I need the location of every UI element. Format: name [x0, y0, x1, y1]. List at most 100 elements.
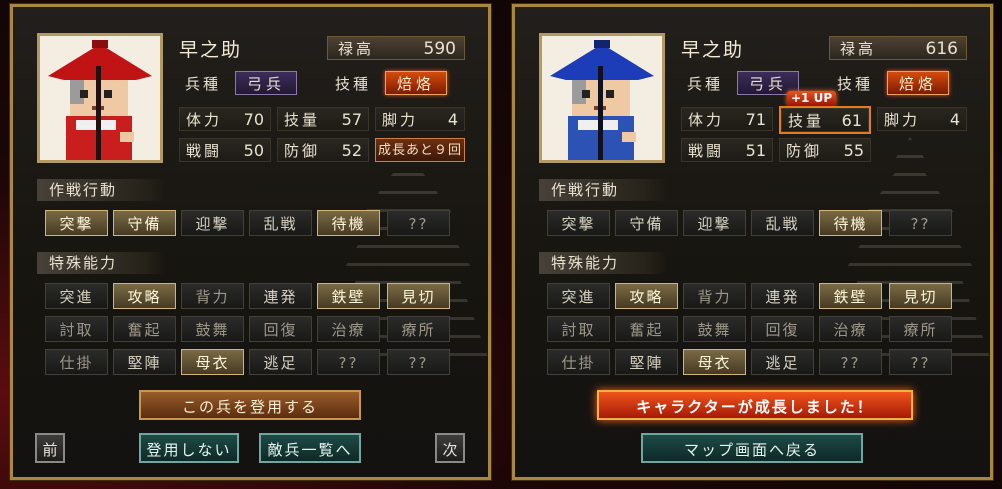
growth-remaining: 成長あと９回 [375, 138, 465, 162]
ability-button[interactable]: 仕掛 [547, 349, 610, 375]
stat-value: 55 [843, 141, 864, 160]
decline-button[interactable]: 登用しない [139, 433, 239, 463]
ability-button[interactable]: 逃足 [249, 349, 312, 375]
action-button[interactable]: 突撃 [547, 210, 610, 236]
archer-portrait-icon [542, 36, 662, 160]
ability-button[interactable]: 見切 [387, 283, 450, 309]
action-button[interactable]: 迎撃 [683, 210, 746, 236]
ability-button[interactable]: 母衣 [683, 349, 746, 375]
stat-skill: 技量 61 [779, 106, 871, 134]
action-button[interactable]: 乱戦 [751, 210, 814, 236]
unit-type-label: 兵種 [687, 75, 724, 93]
ability-button[interactable]: 見切 [889, 283, 952, 309]
stat-defense: 防御 52 [277, 138, 369, 162]
rokudaka-label: 禄高 [840, 40, 877, 58]
ability-button[interactable]: 鼓舞 [181, 316, 244, 342]
action-button[interactable]: 迎撃 [181, 210, 244, 236]
ability-button[interactable]: 奮起 [615, 316, 678, 342]
ability-button[interactable]: 突進 [547, 283, 610, 309]
ability-button[interactable]: 突進 [45, 283, 108, 309]
action-button[interactable]: ?? [889, 210, 952, 236]
action-button[interactable]: 乱戦 [249, 210, 312, 236]
stat-label: 防御 [284, 142, 321, 160]
stat-value: 71 [745, 110, 766, 129]
stat-label: 体力 [186, 111, 223, 129]
ability-button[interactable]: 堅陣 [615, 349, 678, 375]
stat-label: 戦闘 [186, 142, 223, 160]
ability-button[interactable]: 逃足 [751, 349, 814, 375]
ability-button[interactable]: 鼓舞 [683, 316, 746, 342]
stat-value: 70 [243, 110, 264, 129]
stat-value: 61 [841, 111, 862, 130]
stat-defense: 防御 55 [779, 138, 871, 162]
stat-speed: 脚力 4 [877, 107, 967, 131]
ability-button[interactable]: 回復 [249, 316, 312, 342]
ability-button[interactable]: 攻略 [615, 283, 678, 309]
stat-speed: 脚力 4 [375, 107, 465, 131]
unit-name: 早之助 [179, 39, 243, 61]
action-button[interactable]: 守備 [113, 210, 176, 236]
skill-type-value: 焙烙 [385, 71, 447, 95]
stat-label: 脚力 [884, 111, 921, 129]
action-button[interactable]: 守備 [615, 210, 678, 236]
ability-button[interactable]: 連発 [751, 283, 814, 309]
stat-value: 50 [243, 141, 264, 160]
ability-button[interactable]: 堅陣 [113, 349, 176, 375]
stat-value: 4 [949, 110, 960, 129]
ability-button[interactable]: ?? [819, 349, 882, 375]
stat-label: 脚力 [382, 111, 419, 129]
stat-hp: 体力 71 [681, 107, 773, 131]
unit-info-panel-right: 早之助 禄高 616 兵種 弓兵 技種 焙烙 体力 71 +1 UP 技量 61… [511, 3, 994, 481]
level-up-badge: +1 UP [787, 91, 837, 106]
stat-value: 4 [447, 110, 458, 129]
ability-button[interactable]: 回復 [751, 316, 814, 342]
stat-label: 技量 [788, 112, 825, 130]
ability-button[interactable]: ?? [387, 349, 450, 375]
stat-value: 57 [341, 110, 362, 129]
ability-button[interactable]: 奮起 [113, 316, 176, 342]
stat-skill: 技量 57 [277, 107, 369, 131]
stat-hp: 体力 70 [179, 107, 271, 131]
ability-button[interactable]: 療所 [387, 316, 450, 342]
stat-value: 51 [745, 141, 766, 160]
recruit-button[interactable]: この兵を登用する [139, 390, 361, 420]
ability-button[interactable]: 討取 [45, 316, 108, 342]
rokudaka-value: 616 [925, 39, 958, 59]
skill-type-value: 焙烙 [887, 71, 949, 95]
unit-type-value: 弓兵 [235, 71, 297, 95]
section-title-actions: 作戦行動 [539, 179, 667, 201]
action-button[interactable]: ?? [387, 210, 450, 236]
ability-button[interactable]: 攻略 [113, 283, 176, 309]
section-title-abilities: 特殊能力 [539, 252, 667, 274]
action-button[interactable]: 待機 [819, 210, 882, 236]
action-button[interactable]: 待機 [317, 210, 380, 236]
ability-button[interactable]: 治療 [317, 316, 380, 342]
ability-button[interactable]: 連発 [249, 283, 312, 309]
growth-message-banner: キャラクターが成長しました！ [597, 390, 913, 420]
stat-label: 戦闘 [688, 142, 725, 160]
ability-button[interactable]: 療所 [889, 316, 952, 342]
skill-type-label: 技種 [335, 75, 372, 93]
ability-button[interactable]: 鉄壁 [819, 283, 882, 309]
ability-button[interactable]: 背力 [683, 283, 746, 309]
back-to-map-button[interactable]: マップ画面へ戻る [641, 433, 863, 463]
action-button[interactable]: 突撃 [45, 210, 108, 236]
ability-button[interactable]: 治療 [819, 316, 882, 342]
unit-info-panel-left: 早之助 禄高 590 兵種 弓兵 技種 焙烙 体力 70 技量 57 脚力 4 … [9, 3, 492, 481]
ability-button[interactable]: 鉄壁 [317, 283, 380, 309]
rokudaka-box: 禄高 616 [829, 36, 967, 60]
ability-button[interactable]: ?? [889, 349, 952, 375]
ability-button[interactable]: 仕掛 [45, 349, 108, 375]
rokudaka-label: 禄高 [338, 40, 375, 58]
ability-button[interactable]: 母衣 [181, 349, 244, 375]
stat-label: 体力 [688, 111, 725, 129]
ability-button[interactable]: 背力 [181, 283, 244, 309]
unit-name: 早之助 [681, 39, 745, 61]
ability-button[interactable]: 討取 [547, 316, 610, 342]
stat-label: 技量 [284, 111, 321, 129]
ability-button[interactable]: ?? [317, 349, 380, 375]
portrait [37, 33, 163, 163]
next-button[interactable]: 次 [435, 433, 465, 463]
prev-button[interactable]: 前 [35, 433, 65, 463]
enemy-list-button[interactable]: 敵兵一覧へ [259, 433, 361, 463]
